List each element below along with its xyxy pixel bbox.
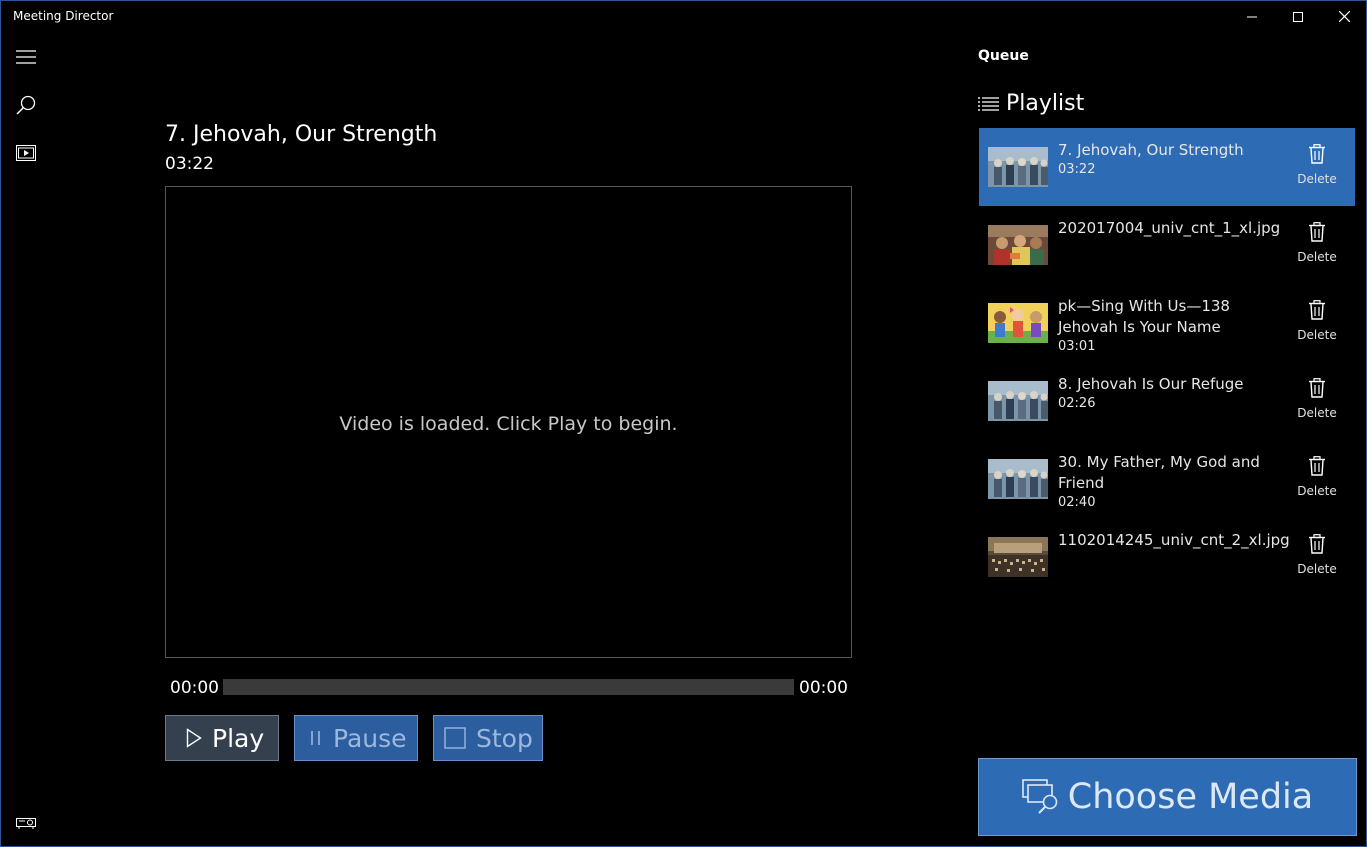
close-button[interactable]: [1321, 1, 1367, 32]
playlist-title: Playlist: [1006, 91, 1085, 116]
minimize-button[interactable]: [1229, 1, 1275, 32]
playlist-item-name: 7. Jehovah, Our Strength: [1058, 141, 1244, 159]
delete-label: Delete: [1297, 328, 1337, 342]
playlist-item-text: 8. Jehovah Is Our Refuge 02:26: [1058, 374, 1288, 413]
video-status-message: Video is loaded. Click Play to begin.: [339, 413, 678, 435]
play-label: Play: [212, 723, 265, 753]
projector-button[interactable]: [13, 811, 39, 835]
playlist-item-name: pk—Sing With Us—138 Jehovah Is Your Name: [1058, 297, 1230, 336]
playlist-item[interactable]: 7. Jehovah, Our Strength 03:22 Delete: [979, 128, 1355, 206]
playlist-item-text: 202017004_univ_cnt_1_xl.jpg: [1058, 218, 1288, 239]
media-thumbnail: [988, 537, 1048, 577]
trash-icon: [1291, 144, 1343, 168]
projector-icon: [16, 818, 36, 829]
title-bar: Meeting Director: [1, 1, 1366, 32]
video-display[interactable]: Video is loaded. Click Play to begin.: [165, 186, 852, 658]
choose-media-button[interactable]: Choose Media: [978, 758, 1357, 836]
trash-icon: [1291, 534, 1343, 558]
list-icon: [978, 96, 999, 111]
playlist-item-duration: 03:22: [1058, 162, 1096, 177]
close-icon: [1338, 11, 1350, 22]
media-thumbnail: [988, 303, 1048, 343]
elapsed-time: 00:00: [170, 678, 219, 698]
media-thumbnail: [988, 459, 1048, 499]
trash-icon: [1291, 456, 1343, 480]
stop-button[interactable]: Stop: [433, 715, 543, 761]
playlist-item[interactable]: 30. My Father, My God and Friend 02:40 Del…: [979, 440, 1355, 518]
playlist-item[interactable]: pk—Sing With Us—138 Jehovah Is Your Name…: [979, 284, 1355, 362]
trash-icon: [1291, 378, 1343, 402]
media-thumbnail: [988, 225, 1048, 265]
search-nav-button[interactable]: [13, 93, 39, 117]
pause-label: Pause: [333, 723, 407, 753]
media-nav-button[interactable]: [13, 141, 39, 165]
playlist-item-duration: 03:01: [1058, 339, 1096, 354]
queue-heading: Queue: [978, 48, 1029, 64]
media-duration: 03:22: [165, 154, 214, 174]
stop-label: Stop: [476, 723, 533, 753]
delete-button[interactable]: Delete: [1291, 534, 1343, 576]
stop-icon: [444, 727, 466, 749]
trash-icon: [1291, 300, 1343, 324]
playlist-item[interactable]: 202017004_univ_cnt_1_xl.jpg Delete: [979, 206, 1355, 284]
trash-icon: [1291, 222, 1343, 246]
app-title: Meeting Director: [13, 9, 114, 23]
delete-button[interactable]: Delete: [1291, 300, 1343, 342]
delete-label: Delete: [1297, 406, 1337, 420]
playlist-item-text: 30. My Father, My God and Friend 02:40: [1058, 452, 1288, 512]
choose-media-label: Choose Media: [1067, 777, 1314, 817]
delete-label: Delete: [1297, 250, 1337, 264]
playlist-item-name: 8. Jehovah Is Our Refuge: [1058, 375, 1244, 393]
delete-button[interactable]: Delete: [1291, 378, 1343, 420]
playlist-item-name: 30. My Father, My God and Friend: [1058, 453, 1260, 492]
playlist-item-text: 1102014245_univ_cnt_2_xl.jpg: [1058, 530, 1290, 551]
delete-button[interactable]: Delete: [1291, 456, 1343, 498]
delete-button[interactable]: Delete: [1291, 222, 1343, 264]
pause-icon: [309, 729, 323, 747]
play-button[interactable]: Play: [165, 715, 279, 761]
playlist-item[interactable]: 8. Jehovah Is Our Refuge 02:26 Delete: [979, 362, 1355, 440]
delete-label: Delete: [1297, 484, 1337, 498]
progress-slider[interactable]: [223, 679, 794, 695]
hamburger-menu-icon: [16, 50, 36, 64]
app-window: Meeting Director 7. Jehovah, Our Strengt…: [0, 0, 1367, 847]
playlist-item-duration: 02:40: [1058, 495, 1096, 510]
media-thumbnail: [988, 147, 1048, 187]
playlist-item-name: 1102014245_univ_cnt_2_xl.jpg: [1058, 531, 1290, 549]
minimize-icon: [1247, 16, 1257, 17]
playlist-item[interactable]: 1102014245_univ_cnt_2_xl.jpg Delete: [979, 518, 1355, 596]
search-icon: [16, 95, 36, 115]
playlist: 7. Jehovah, Our Strength 03:22 Delete 20201…: [979, 128, 1355, 596]
delete-label: Delete: [1297, 172, 1337, 186]
hamburger-menu-button[interactable]: [13, 45, 39, 69]
playlist-item-text: 7. Jehovah, Our Strength 03:22: [1058, 140, 1288, 179]
maximize-button[interactable]: [1275, 1, 1321, 32]
media-icon: [16, 145, 36, 161]
media-title: 7. Jehovah, Our Strength: [165, 122, 438, 147]
play-icon: [186, 728, 202, 748]
playlist-header: Playlist: [978, 91, 1084, 116]
maximize-icon: [1293, 11, 1303, 22]
choose-media-icon: [1021, 779, 1060, 815]
pause-button[interactable]: Pause: [294, 715, 418, 761]
delete-button[interactable]: Delete: [1291, 144, 1343, 186]
remaining-time: 00:00: [799, 678, 848, 698]
playlist-item-name: 202017004_univ_cnt_1_xl.jpg: [1058, 219, 1281, 237]
playlist-item-duration: 02:26: [1058, 396, 1096, 411]
media-thumbnail: [988, 381, 1048, 421]
playlist-item-text: pk—Sing With Us—138 Jehovah Is Your Name…: [1058, 296, 1288, 356]
delete-label: Delete: [1297, 562, 1337, 576]
